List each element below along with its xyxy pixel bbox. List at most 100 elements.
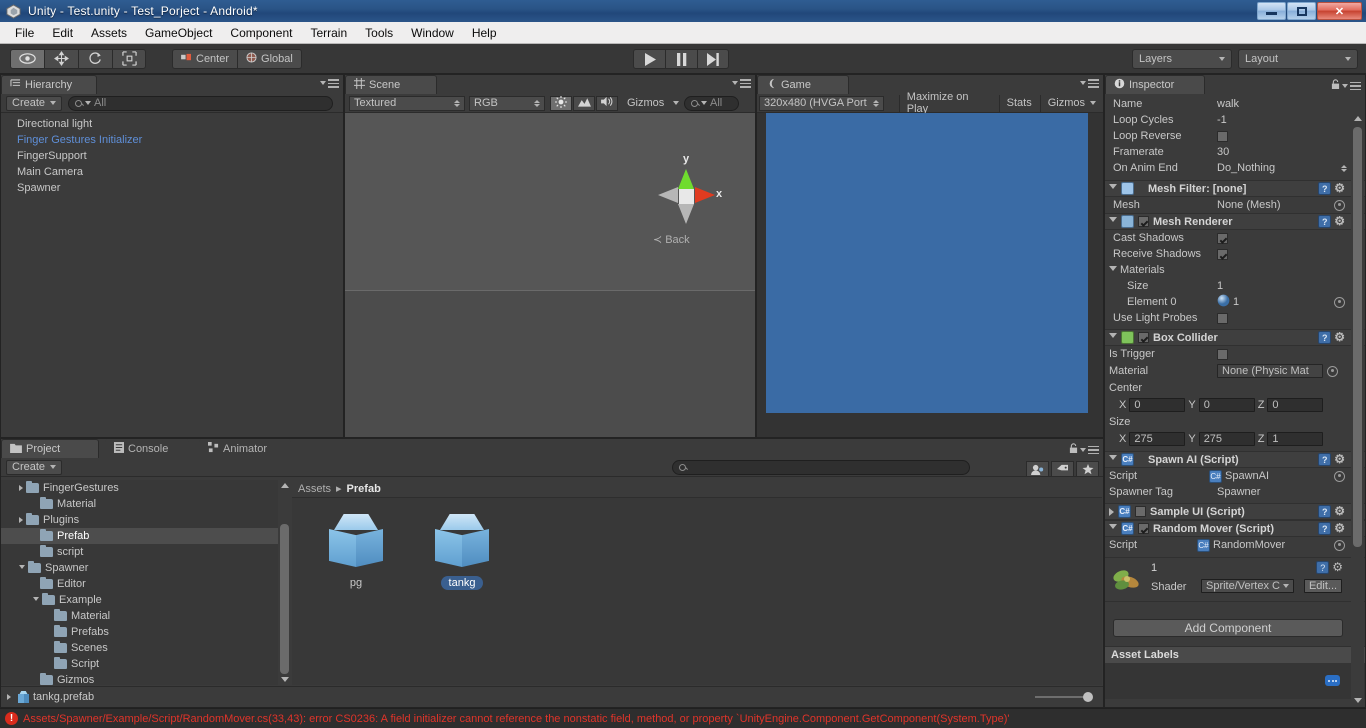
asset-item-pg[interactable]: pg: [318, 514, 394, 590]
tree-item-prefabs[interactable]: Prefabs: [1, 624, 291, 640]
scroll-up-arrow-icon[interactable]: [281, 483, 289, 488]
move-tool-button[interactable]: [44, 48, 78, 69]
gear-icon[interactable]: ⚙: [1334, 453, 1345, 466]
scroll-down-arrow-icon[interactable]: [281, 677, 289, 682]
tab-game[interactable]: Game: [757, 75, 849, 94]
gizmo-y-cone[interactable]: [678, 169, 694, 189]
center-x-input[interactable]: 0: [1129, 398, 1186, 412]
error-message[interactable]: Assets/Spawner/Example/Script/RandomMove…: [23, 713, 1009, 725]
collider-material-field[interactable]: None (Physic Mat: [1217, 364, 1323, 378]
on-anim-end-value[interactable]: Do_Nothing: [1217, 162, 1337, 174]
tab-scene[interactable]: Scene: [345, 75, 437, 94]
spawn-ai-script-value[interactable]: SpawnAI: [1225, 470, 1334, 482]
object-picker-icon[interactable]: [1334, 296, 1345, 308]
scene-viewport[interactable]: y x Back: [345, 113, 755, 437]
tree-item-script[interactable]: script: [1, 544, 291, 560]
asset-zoom-slider[interactable]: [1035, 692, 1093, 702]
component-header-random-mover[interactable]: C# Random Mover (Script) ? ⚙: [1105, 520, 1365, 537]
help-icon[interactable]: ?: [1318, 453, 1332, 466]
type-filter-icon[interactable]: [1026, 461, 1049, 477]
menu-file[interactable]: File: [6, 24, 43, 42]
cast-shadows-checkbox[interactable]: [1217, 232, 1228, 244]
hierarchy-create-button[interactable]: Create: [6, 95, 63, 111]
menu-assets[interactable]: Assets: [82, 24, 136, 42]
tab-animator[interactable]: Animator: [199, 439, 291, 458]
menu-component[interactable]: Component: [221, 24, 301, 42]
loop-cycles-value[interactable]: -1: [1217, 114, 1227, 126]
tree-item-example-material[interactable]: Material: [1, 608, 291, 624]
tree-item-fingergestures[interactable]: FingerGestures: [1, 480, 291, 496]
foldout-icon[interactable]: [1109, 507, 1114, 516]
inspector-scroll-thumb[interactable]: [1353, 127, 1362, 547]
project-search-input[interactable]: [672, 459, 971, 475]
foldout-icon[interactable]: [1109, 217, 1117, 226]
gizmo-view-label[interactable]: Back: [653, 233, 689, 246]
help-icon[interactable]: ?: [1316, 561, 1330, 574]
help-icon[interactable]: ?: [1318, 182, 1332, 195]
tree-item-spawner[interactable]: Spawner: [1, 560, 291, 576]
menu-tools[interactable]: Tools: [356, 24, 402, 42]
project-create-button[interactable]: Create: [6, 459, 63, 475]
pivot-mode-button[interactable]: Center: [172, 48, 238, 69]
component-header-spawn-ai[interactable]: C# Spawn AI (Script) ? ⚙: [1105, 451, 1365, 468]
light-probes-checkbox[interactable]: [1217, 312, 1228, 324]
game-resolution-dropdown[interactable]: 320x480 (HVGA Port: [759, 95, 884, 111]
chevron-right-icon[interactable]: [7, 694, 11, 700]
game-render-area[interactable]: [766, 113, 1088, 413]
size-z-input[interactable]: 1: [1267, 432, 1324, 446]
step-button[interactable]: [697, 49, 729, 69]
tab-console[interactable]: Console: [105, 439, 189, 458]
space-mode-button[interactable]: Global: [237, 48, 302, 69]
project-panel-menu[interactable]: [1069, 443, 1099, 457]
scene-draw-mode-dropdown[interactable]: Textured: [349, 95, 465, 111]
scene-panel-menu[interactable]: [732, 79, 751, 88]
gizmo-neg-y-cone[interactable]: [678, 204, 694, 224]
spawner-tag-value[interactable]: Spawner: [1217, 486, 1260, 498]
menu-help[interactable]: Help: [463, 24, 506, 42]
gear-icon[interactable]: ⚙: [1334, 505, 1345, 518]
hierarchy-search-input[interactable]: All: [68, 95, 334, 111]
layout-dropdown[interactable]: Layout: [1238, 49, 1358, 69]
chevron-down-icon[interactable]: [33, 596, 39, 604]
name-value[interactable]: walk: [1217, 98, 1239, 110]
is-trigger-checkbox[interactable]: [1217, 348, 1228, 360]
mesh-renderer-enabled-checkbox[interactable]: [1138, 216, 1149, 227]
minimize-button[interactable]: [1257, 2, 1286, 20]
scroll-up-arrow-icon[interactable]: [1354, 116, 1362, 121]
box-collider-enabled-checkbox[interactable]: [1138, 332, 1149, 343]
asset-labels-menu-icon[interactable]: [1325, 675, 1340, 686]
tree-item-editor[interactable]: Editor: [1, 576, 291, 592]
stats-toggle[interactable]: Stats: [998, 94, 1039, 112]
scroll-down-arrow-icon[interactable]: [1354, 698, 1362, 703]
project-tree-scroll-thumb[interactable]: [280, 524, 289, 674]
tab-project[interactable]: Project: [1, 439, 99, 458]
gear-icon[interactable]: ⚙: [1334, 215, 1345, 228]
breadcrumb-root[interactable]: Assets: [298, 483, 331, 495]
inspector-scrollbar[interactable]: [1351, 113, 1364, 706]
size-y-input[interactable]: 275: [1198, 432, 1255, 446]
foldout-icon[interactable]: [1109, 265, 1117, 275]
tree-item-scenes[interactable]: Scenes: [1, 640, 291, 656]
loop-reverse-checkbox[interactable]: [1217, 130, 1228, 142]
tree-item-prefab[interactable]: Prefab: [1, 528, 291, 544]
object-picker-icon[interactable]: [1327, 365, 1338, 377]
rotate-tool-button[interactable]: [78, 48, 112, 69]
framerate-value[interactable]: 30: [1217, 146, 1229, 158]
object-picker-icon[interactable]: [1334, 199, 1345, 211]
help-icon[interactable]: ?: [1318, 505, 1332, 518]
component-header-mesh-filter[interactable]: Mesh Filter: [none] ? ⚙: [1105, 180, 1365, 197]
tree-item-plugins[interactable]: Plugins: [1, 512, 291, 528]
help-icon[interactable]: ?: [1318, 215, 1332, 228]
tree-item-material[interactable]: Material: [1, 496, 291, 512]
shader-edit-button[interactable]: Edit...: [1304, 579, 1342, 593]
tab-hierarchy[interactable]: Hierarchy: [1, 75, 97, 94]
tree-item-example-script[interactable]: Script: [1, 656, 291, 672]
scale-tool-button[interactable]: [112, 48, 146, 69]
inspector-panel-menu[interactable]: [1331, 79, 1361, 93]
chevron-right-icon[interactable]: [19, 485, 23, 491]
center-y-input[interactable]: 0: [1198, 398, 1255, 412]
play-button[interactable]: [633, 49, 665, 69]
foldout-icon[interactable]: [1109, 455, 1117, 464]
center-z-input[interactable]: 0: [1267, 398, 1324, 412]
updown-icon[interactable]: [1341, 164, 1347, 172]
